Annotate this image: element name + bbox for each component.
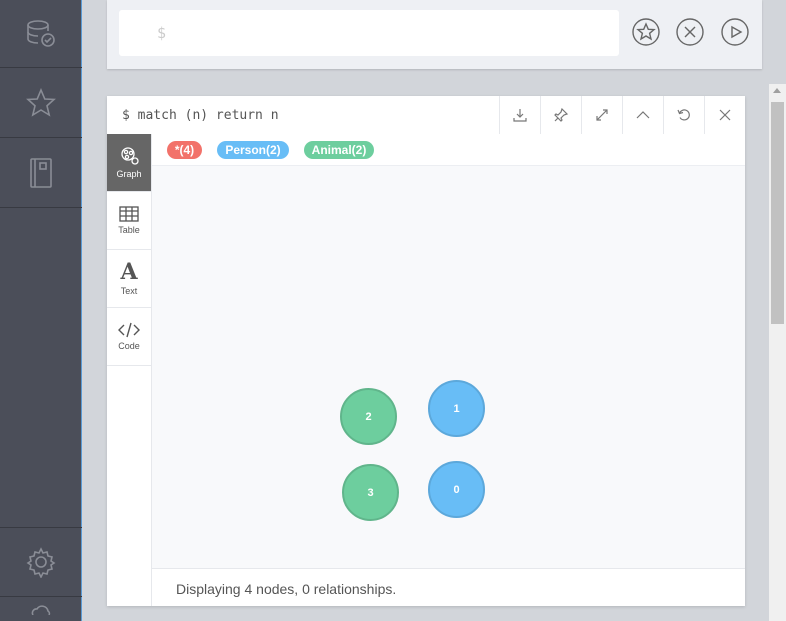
tab-graph-label: Graph: [116, 169, 142, 179]
frame-query[interactable]: $ match (n) return n: [122, 108, 279, 123]
sidebar-item-more[interactable]: [0, 597, 82, 621]
close-frame-button[interactable]: [704, 96, 745, 134]
favorite-icon: [632, 18, 660, 46]
fullscreen-icon: [595, 109, 608, 121]
clear-button[interactable]: [675, 17, 705, 47]
collapse-button[interactable]: [622, 96, 662, 134]
legend-bar: *(4) Person(2) Animal(2): [152, 134, 745, 166]
code-icon: [118, 322, 140, 338]
tab-text-label: Text: [120, 286, 138, 296]
close-icon: [719, 109, 731, 121]
scroll-thumb[interactable]: [771, 102, 784, 324]
editor-prompt: $: [157, 24, 167, 42]
graph-node-3[interactable]: 3: [342, 464, 399, 521]
run-icon: [721, 18, 749, 46]
sidebar-item-settings[interactable]: [0, 527, 82, 597]
sidebar-item-documents[interactable]: [0, 138, 82, 208]
editor-bar: $: [107, 0, 762, 69]
rerun-icon: [676, 109, 690, 121]
view-tabs: Graph Table A Text Code: [107, 134, 152, 606]
legend-person[interactable]: Person(2): [217, 141, 289, 159]
rerun-button[interactable]: [663, 96, 703, 134]
tab-table-label: Table: [118, 225, 140, 235]
result-frame: $ match (n) return n Graph Table A Text …: [107, 96, 745, 606]
graph-canvas[interactable]: *(4) Person(2) Animal(2) 2 1 3 0: [152, 134, 745, 568]
legend-all-nodes[interactable]: *(4): [167, 141, 202, 159]
status-bar: Displaying 4 nodes, 0 relationships.: [152, 568, 745, 606]
graph-icon: [121, 147, 139, 165]
graph-node-1[interactable]: 1: [428, 380, 485, 437]
text-icon: A: [120, 259, 138, 285]
tab-code[interactable]: Code: [107, 308, 151, 366]
graph-node-0[interactable]: 0: [428, 461, 485, 518]
database-icon: [27, 19, 55, 47]
notebook-icon: [30, 157, 52, 188]
tab-text[interactable]: A Text: [107, 250, 151, 308]
run-button[interactable]: [720, 17, 750, 47]
favorite-button[interactable]: [631, 17, 661, 47]
pin-icon: [553, 107, 568, 122]
clear-icon: [676, 18, 704, 46]
scrollbar[interactable]: [769, 84, 786, 621]
tab-graph[interactable]: Graph: [107, 134, 151, 192]
star-icon: [26, 87, 56, 117]
query-editor-input[interactable]: $: [119, 10, 619, 56]
table-icon: [119, 206, 139, 222]
sidebar-item-favorites[interactable]: [0, 68, 82, 138]
frame-header: $ match (n) return n: [107, 96, 745, 135]
pin-button[interactable]: [540, 96, 580, 134]
cloud-icon: [31, 605, 51, 615]
graph-node-2[interactable]: 2: [340, 388, 397, 445]
fullscreen-button[interactable]: [581, 96, 621, 134]
tab-table[interactable]: Table: [107, 192, 151, 250]
sidebar-item-database[interactable]: [0, 0, 82, 68]
sidebar: [0, 0, 82, 621]
status-text: Displaying 4 nodes, 0 relationships.: [176, 581, 397, 597]
legend-animal[interactable]: Animal(2): [304, 141, 374, 159]
download-button[interactable]: [499, 96, 539, 134]
collapse-icon: [636, 111, 649, 119]
scroll-up-arrow[interactable]: [773, 88, 781, 93]
download-icon: [512, 109, 527, 122]
tab-code-label: Code: [118, 341, 140, 351]
gear-icon: [26, 547, 56, 578]
